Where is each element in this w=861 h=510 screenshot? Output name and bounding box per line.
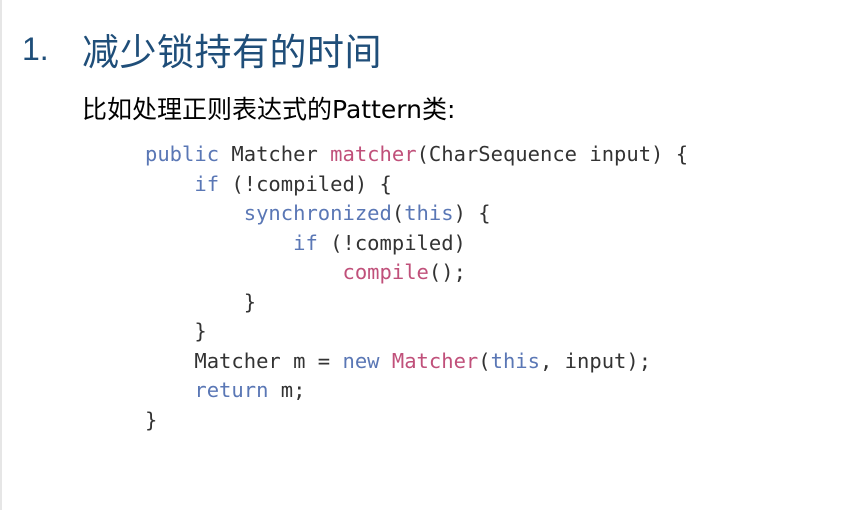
code-text: m; — [268, 378, 306, 402]
code-keyword: this — [404, 201, 454, 225]
subtitle-text: 比如处理正则表达式的Pattern类: — [82, 95, 456, 124]
code-text: (!compiled) — [317, 230, 466, 255]
code-keyword: return — [194, 378, 269, 402]
code-block: public Matcher matcher(CharSequence inpu… — [145, 140, 688, 435]
code-line: public Matcher matcher(CharSequence inpu… — [145, 140, 688, 170]
code-line: } — [145, 406, 688, 436]
code-line: if (!compiled) — [145, 229, 688, 259]
code-text: (!compiled) { — [219, 171, 392, 196]
code-function: matcher — [330, 142, 417, 166]
code-line: return m; — [145, 376, 688, 406]
code-text: Matcher — [219, 142, 331, 166]
code-line: if (!compiled) { — [145, 170, 688, 200]
page-heading: 1. 减少锁持有的时间 — [22, 22, 382, 76]
code-keyword: new — [342, 348, 380, 373]
code-text: Matcher m = — [145, 348, 343, 373]
code-line: Matcher m = new Matcher(this, input); — [145, 347, 688, 377]
code-line: } — [145, 317, 688, 347]
code-text: ) { — [453, 201, 491, 225]
code-keyword: synchronized — [243, 201, 392, 225]
heading-number: 1. — [22, 30, 49, 67]
code-text: ( — [478, 348, 491, 373]
code-keyword: if — [293, 230, 318, 255]
code-text: } — [145, 289, 257, 314]
code-function: compile — [342, 260, 429, 284]
code-line: compile(); — [145, 258, 688, 288]
code-keyword: if — [194, 171, 220, 196]
code-keyword: this — [490, 348, 540, 373]
page-left-border — [0, 0, 2, 510]
heading-title: 减少锁持有的时间 — [82, 31, 382, 74]
code-text: ( — [391, 201, 405, 225]
code-function: Matcher — [391, 348, 479, 373]
code-text: (); — [428, 260, 466, 284]
code-line: synchronized(this) { — [145, 199, 688, 229]
code-text: } — [145, 319, 207, 343]
code-line: } — [145, 288, 688, 318]
code-text: (CharSequence input) { — [416, 142, 689, 166]
code-keyword: public — [145, 142, 220, 166]
code-text: , input); — [539, 348, 652, 373]
code-text: } — [145, 407, 158, 432]
